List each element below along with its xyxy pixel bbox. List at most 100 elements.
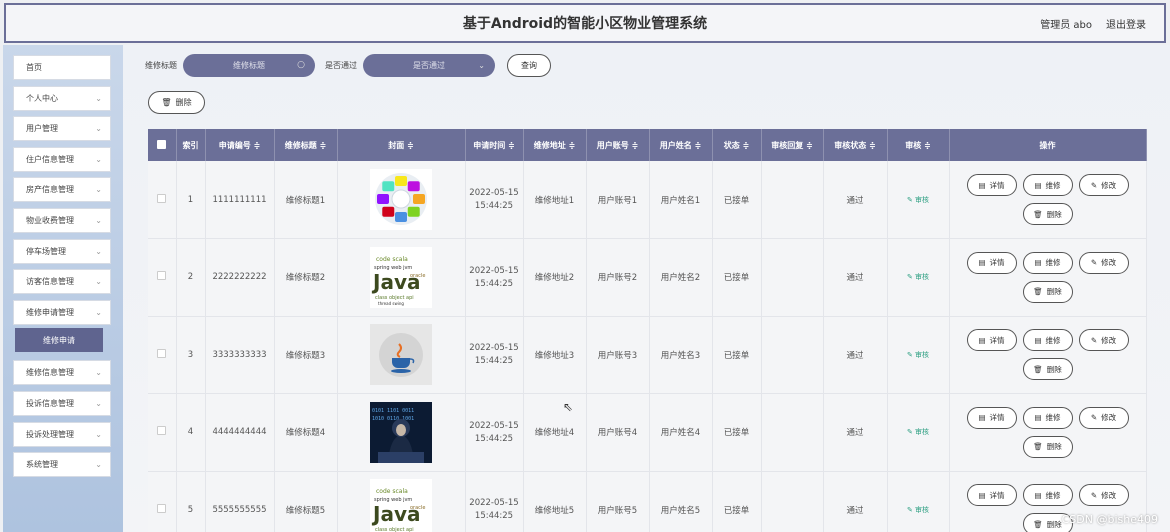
col-account[interactable]: 用户账号 ≑: [586, 129, 650, 161]
col-apply-time[interactable]: 申请时间 ≑: [465, 129, 524, 161]
detail-button[interactable]: ▤ 详情: [966, 484, 1017, 507]
current-user: 管理员 abo: [1040, 19, 1092, 31]
mouse-cursor-icon: ⇖: [563, 400, 574, 414]
cover-image: [370, 324, 432, 386]
cell-apply-no: 4444444444: [205, 393, 275, 472]
sidebar-item-label: 访客信息管理: [26, 277, 74, 287]
sidebar-item[interactable]: 系统管理 ⌄: [13, 452, 111, 478]
row-checkbox[interactable]: [157, 348, 167, 358]
sidebar-item[interactable]: 投诉信息管理 ⌄: [13, 390, 111, 416]
row-select-cell[interactable]: [148, 316, 177, 394]
select-all-header[interactable]: [148, 129, 177, 161]
logout-link[interactable]: 退出登录: [1106, 16, 1146, 31]
row-checkbox[interactable]: [157, 271, 167, 281]
repair-button[interactable]: ▤ 维修: [1022, 251, 1073, 274]
detail-button[interactable]: ▤ 详情: [966, 406, 1017, 429]
select-all-checkbox[interactable]: [157, 139, 167, 149]
apply-clock: 15:44:25: [474, 433, 514, 444]
row-select-cell[interactable]: [148, 161, 177, 239]
edit-button[interactable]: ✎ 修改: [1078, 484, 1129, 507]
apply-date: 2022-05-15: [469, 498, 519, 509]
apply-date: 2022-05-15: [469, 343, 519, 354]
cell-repair-title: 维修标题3: [274, 316, 338, 394]
edit-button[interactable]: ✎ 修改: [1078, 406, 1129, 429]
detail-label: 详情: [989, 258, 1005, 268]
query-button[interactable]: 查询: [507, 53, 551, 77]
sidebar-item[interactable]: 住户信息管理 ⌄: [13, 146, 111, 172]
sidebar-item[interactable]: 维修信息管理 ⌄: [13, 360, 111, 386]
delete-button[interactable]: 🗑 删除: [1022, 203, 1073, 225]
chevron-down-icon: ⌄: [95, 429, 102, 439]
sidebar-item[interactable]: 用户管理 ⌄: [13, 116, 111, 142]
title-search-input[interactable]: 维修标题 ○: [183, 53, 315, 77]
sidebar-item[interactable]: 首页: [13, 55, 111, 80]
passed-select-placeholder: 是否通过: [413, 60, 445, 70]
audit-link[interactable]: ✎ 审核: [907, 196, 929, 204]
repair-button[interactable]: ▤ 维修: [1022, 484, 1073, 507]
edit-button[interactable]: ✎ 修改: [1078, 174, 1129, 196]
sidebar-item[interactable]: 维修申请管理 ⌄: [13, 299, 111, 325]
cover-image: 0101 1101 0011 1010 0110 1001: [370, 401, 432, 463]
passed-select[interactable]: 是否通过 ⌄: [363, 53, 495, 77]
edit-label: 修改: [1101, 490, 1117, 500]
delete-button[interactable]: 🗑 删除: [1022, 358, 1073, 381]
cell-account: 用户账号1: [586, 161, 650, 239]
delete-button[interactable]: 🗑 删除: [1022, 280, 1073, 303]
chevron-down-icon: ⌄: [95, 93, 102, 103]
sidebar-item[interactable]: 停车场管理 ⌄: [13, 238, 111, 264]
audit-link[interactable]: ✎ 审核: [907, 351, 929, 359]
repair-button[interactable]: ▤ 维修: [1022, 329, 1073, 352]
trash-icon: 🗑: [1033, 519, 1043, 529]
delete-button[interactable]: 🗑 删除: [1022, 435, 1073, 458]
sidebar-item[interactable]: 物业收费管理 ⌄: [13, 207, 111, 233]
col-cover[interactable]: 封面 ≑: [337, 129, 466, 161]
col-audit-reply[interactable]: 审核回复 ≑: [761, 129, 824, 161]
cell-audit: ✎ 审核: [887, 161, 950, 239]
detail-button[interactable]: ▤ 详情: [966, 251, 1017, 274]
row-checkbox[interactable]: [157, 193, 167, 203]
sidebar-item[interactable]: 个人中心 ⌄: [13, 85, 111, 111]
col-audit-status[interactable]: 审核状态 ≑: [823, 129, 888, 161]
sidebar-subitem-active[interactable]: 维修申请: [15, 328, 103, 353]
audit-link[interactable]: ✎ 审核: [907, 506, 929, 514]
row-select-cell[interactable]: [148, 471, 177, 532]
document-icon: ▤: [978, 490, 986, 500]
sidebar-item[interactable]: 房产信息管理 ⌄: [13, 177, 111, 203]
row-checkbox[interactable]: [157, 426, 167, 436]
table-row: 2 2222222222 维修标题2 code scala spring web jvm…: [148, 238, 1147, 317]
col-status[interactable]: 状态 ≑: [712, 129, 762, 161]
col-repair-address[interactable]: 维修地址 ≑: [523, 129, 587, 161]
trash-icon: 🗑: [161, 98, 172, 107]
audit-link[interactable]: ✎ 审核: [907, 428, 929, 436]
chevron-down-icon: ⌄: [478, 60, 485, 70]
sidebar-item[interactable]: 访客信息管理 ⌄: [13, 269, 111, 295]
row-select-cell[interactable]: [148, 393, 177, 472]
batch-delete-button[interactable]: 🗑 删除: [148, 91, 205, 114]
edit-icon: ✎: [906, 195, 916, 204]
cell-audit: ✎ 审核: [887, 316, 950, 394]
col-user-name[interactable]: 用户姓名 ≑: [649, 129, 713, 161]
cell-operations: ▤ 详情 ▤ 维修 ✎ 修改 🗑 删除: [949, 161, 1147, 239]
sidebar-item[interactable]: 投诉处理管理 ⌄: [13, 421, 111, 447]
apply-clock: 15:44:25: [474, 201, 514, 211]
edit-button[interactable]: ✎ 修改: [1078, 329, 1129, 352]
cell-status: 已接单: [712, 471, 762, 532]
detail-button[interactable]: ▤ 详情: [966, 329, 1017, 352]
detail-button[interactable]: ▤ 详情: [966, 174, 1017, 196]
repair-button[interactable]: ▤ 维修: [1022, 406, 1073, 429]
col-repair-title[interactable]: 维修标题 ≑: [274, 129, 338, 161]
col-audit[interactable]: 审核 ≑: [887, 129, 950, 161]
cell-audit: ✎ 审核: [887, 471, 950, 532]
chevron-down-icon: ⌄: [95, 398, 102, 408]
row-checkbox[interactable]: [157, 503, 167, 513]
audit-link[interactable]: ✎ 审核: [907, 273, 929, 281]
detail-label: 详情: [989, 413, 1005, 423]
table-body: 1 1111111111 维修标题1 2022-05-15 15:44:25 维修地址1 用…: [148, 161, 1147, 532]
row-select-cell[interactable]: [148, 238, 177, 317]
cell-audit-status: 通过: [823, 393, 888, 472]
edit-button[interactable]: ✎ 修改: [1078, 251, 1129, 274]
col-apply-no[interactable]: 申请编号 ≑: [205, 129, 275, 161]
cell-audit-reply: [761, 161, 824, 239]
chevron-down-icon: ⌄: [95, 277, 102, 287]
repair-button[interactable]: ▤ 维修: [1022, 174, 1073, 196]
